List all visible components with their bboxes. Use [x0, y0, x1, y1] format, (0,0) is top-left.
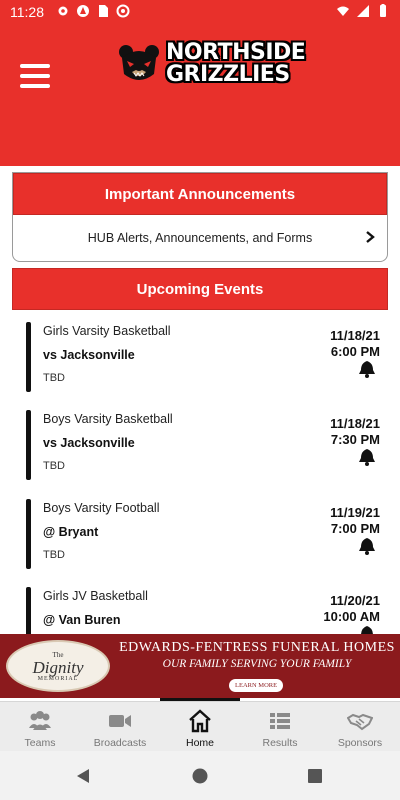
status-time: 11:28 [10, 4, 44, 20]
bell-icon[interactable] [358, 537, 376, 555]
signal-icon [357, 5, 369, 17]
hub-alerts-label: HUB Alerts, Announcements, and Forms [87, 231, 313, 245]
home-icon [189, 709, 211, 733]
event-bar [26, 499, 31, 569]
event-date: 11/18/21 [330, 416, 380, 431]
ad-tagline: OUR FAMILY SERVING YOUR FAMILY [162, 658, 352, 670]
event-date: 11/18/21 [330, 328, 380, 343]
nav-teams[interactable]: Teams [0, 702, 80, 751]
announcements-card: Important Announcements HUB Alerts, Anno… [12, 172, 388, 262]
event-sport: Girls Varsity Basketball [43, 324, 171, 338]
event-date: 11/19/21 [330, 505, 380, 520]
teams-icon [29, 711, 51, 730]
nav-broadcasts-label: Broadcasts [93, 737, 147, 749]
nav-home-label: Home [185, 737, 214, 749]
status-notification-icons [56, 4, 130, 18]
team-logo: NORTHSIDE GRIZZLIES [118, 40, 306, 87]
event-sport: Boys Varsity Basketball [43, 412, 173, 426]
app-icon [77, 5, 89, 17]
event-time: 10:00 AM [323, 609, 380, 624]
status-bar: 11:28 [0, 0, 400, 24]
list-icon [270, 713, 290, 729]
nav-results[interactable]: Results [240, 702, 320, 751]
event-time: 7:00 PM [330, 521, 380, 536]
at-icon [116, 4, 130, 18]
status-system-icons [336, 4, 390, 18]
event-time: 6:00 PM [330, 344, 380, 359]
sponsor-ad-banner[interactable]: The Dignity MEMORIAL EDWARDS-FENTRESS FU… [0, 634, 400, 698]
nav-sponsors-label: Sponsors [337, 737, 383, 749]
event-opponent: @ Van Buren [43, 613, 121, 627]
video-camera-icon [109, 715, 131, 727]
event-bar [26, 322, 31, 392]
event-opponent: vs Jacksonville [43, 436, 135, 450]
event-location: TBD [43, 549, 65, 561]
event-sport: Girls JV Basketball [43, 589, 148, 603]
ad-title: EDWARDS-FENTRESS FUNERAL HOMES [119, 640, 395, 655]
upcoming-events-header: Upcoming Events [12, 268, 388, 310]
event-date: 11/20/21 [330, 593, 380, 608]
upcoming-events-title: Upcoming Events [12, 268, 388, 310]
app-header: NORTHSIDE GRIZZLIES [0, 24, 400, 166]
event-item[interactable]: Girls Varsity Basketball vs Jacksonville… [26, 322, 384, 392]
sd-card-icon [99, 5, 108, 17]
battery-icon [380, 4, 386, 17]
bell-icon[interactable] [358, 448, 376, 466]
dignity-memorial-logo: The Dignity MEMORIAL [6, 640, 110, 692]
system-nav-bar [0, 751, 400, 800]
event-item[interactable]: Boys Varsity Basketball vs Jacksonville … [26, 410, 384, 480]
event-opponent: @ Bryant [43, 525, 99, 539]
wifi-icon [337, 6, 349, 16]
handshake-icon [347, 713, 373, 731]
nav-results-label: Results [262, 737, 298, 749]
event-opponent: vs Jacksonville [43, 348, 135, 362]
grizzly-bear-icon [119, 45, 159, 80]
back-icon[interactable] [74, 767, 92, 785]
bell-icon[interactable] [358, 360, 376, 378]
nav-home[interactable]: Home [160, 702, 240, 751]
nav-sponsors[interactable]: Sponsors [320, 702, 400, 751]
nav-teams-label: Teams [24, 737, 56, 749]
event-sport: Boys Varsity Football [43, 501, 160, 515]
home-circle-icon[interactable] [191, 767, 209, 785]
event-item[interactable]: Girls JV Basketball @ Van Buren 11/20/21… [26, 587, 384, 634]
event-bar [26, 587, 31, 634]
settings-icon [58, 6, 68, 16]
recents-icon[interactable] [306, 767, 324, 785]
hamburger-menu-icon[interactable] [20, 64, 50, 90]
bottom-nav: Teams Broadcasts Home Results Sponsors [0, 701, 400, 751]
announcements-title: Important Announcements [13, 173, 387, 215]
event-location: TBD [43, 372, 65, 384]
bell-icon[interactable] [358, 625, 376, 634]
logo-line-grizzlies: GRIZZLIES [166, 62, 290, 87]
event-bar [26, 410, 31, 480]
chevron-right-icon [366, 231, 375, 243]
learn-more-button[interactable]: LEARN MORE [229, 679, 284, 692]
event-item[interactable]: Boys Varsity Football @ Bryant TBD 11/19… [26, 499, 384, 569]
ad-logo-main: Dignity [32, 657, 84, 677]
logo-line-northside: NORTHSIDE [166, 40, 306, 65]
event-time: 7:30 PM [330, 432, 380, 447]
ad-logo-sub: MEMORIAL [37, 675, 79, 682]
hub-alerts-row[interactable]: HUB Alerts, Announcements, and Forms [13, 215, 387, 261]
nav-broadcasts[interactable]: Broadcasts [80, 702, 160, 751]
event-location: TBD [43, 460, 65, 472]
events-list[interactable]: Girls Varsity Basketball vs Jacksonville… [0, 310, 400, 634]
